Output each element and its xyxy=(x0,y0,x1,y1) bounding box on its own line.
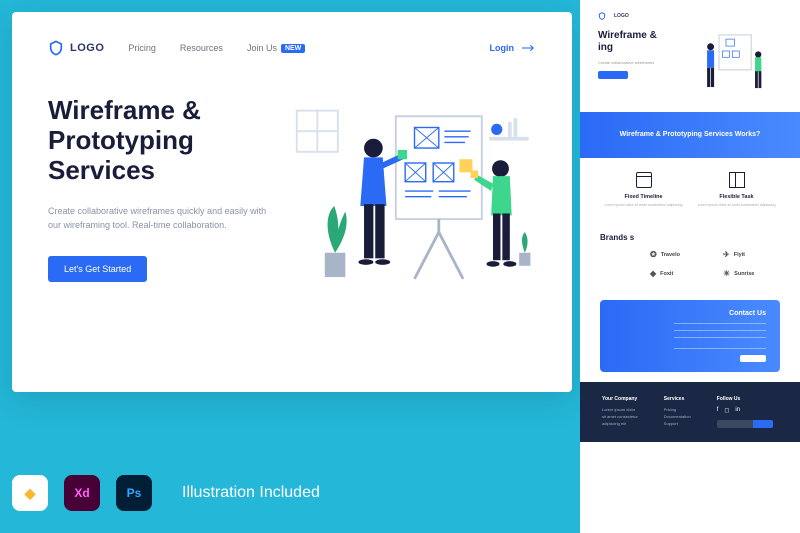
tools-strip: ◆ Xd Ps Illustration Included xyxy=(12,475,320,511)
card-desc: Lorem ipsum dolor sit amet consectetur a… xyxy=(697,203,776,208)
brand-item: ☀Sunrise xyxy=(723,269,780,278)
subscribe-input xyxy=(717,420,753,428)
strip-text: Illustration Included xyxy=(182,484,320,502)
sun-icon: ☀ xyxy=(723,269,730,278)
linkedin-icon: in xyxy=(735,407,740,414)
logo[interactable]: LOGO xyxy=(48,40,104,56)
footer-col-company: Your Company Lorem ipsum dolor sit amet … xyxy=(602,396,638,428)
subscribe-button xyxy=(753,420,773,428)
new-badge: NEW xyxy=(281,44,305,53)
brand-item: ◆Foxit xyxy=(650,269,707,278)
facebook-icon: f xyxy=(717,407,719,414)
cta-button[interactable]: Let's Get Started xyxy=(48,256,147,282)
nav-join-label: Join Us xyxy=(247,43,277,53)
login-label: Login xyxy=(490,43,515,53)
sketch-icon: ◆ xyxy=(12,475,48,511)
fox-icon: ◆ xyxy=(650,269,656,278)
preview-title: Wireframe & ing xyxy=(598,30,668,54)
nav-join[interactable]: Join Us NEW xyxy=(247,43,305,53)
hero-section: Wireframe & Prototyping Services Create … xyxy=(48,96,536,321)
preview-illustration xyxy=(676,30,776,100)
brands-title: Brands s xyxy=(600,233,780,242)
arrow-right-icon xyxy=(522,44,536,52)
shield-icon xyxy=(48,40,64,56)
brand-item: ✪Travelo xyxy=(650,250,707,259)
contact-title: Contact Us xyxy=(614,310,766,317)
xd-icon: Xd xyxy=(64,475,100,511)
preview-features: Fixed Timeline Lorem ipsum dolor sit ame… xyxy=(580,158,800,222)
hero-content: Wireframe & Prototyping Services Create … xyxy=(48,96,273,321)
card-title: Fixed Timeline xyxy=(604,194,683,200)
calendar-icon xyxy=(636,172,652,188)
logo-text: LOGO xyxy=(70,42,104,54)
nav-resources[interactable]: Resources xyxy=(180,43,223,53)
hero-illustration xyxy=(293,96,536,321)
shield-icon xyxy=(598,12,606,20)
preview-contact: Contact Us xyxy=(600,300,780,372)
preview-band: Wireframe & Prototyping Services Works? xyxy=(580,112,800,158)
feature-card: Flexible Task Lorem ipsum dolor sit amet… xyxy=(697,172,776,208)
instagram-icon: ◻ xyxy=(724,407,729,414)
nav-pricing[interactable]: Pricing xyxy=(128,43,156,53)
card-desc: Lorem ipsum dolor sit amet consectetur a… xyxy=(604,203,683,208)
hero-desc: Create collaborative wireframes quickly … xyxy=(48,204,273,233)
ps-icon: Ps xyxy=(116,475,152,511)
footer-col-follow: Follow Us f ◻ in xyxy=(717,396,773,428)
footer-col-services: Services Pricing Documentation Support xyxy=(664,396,691,428)
login-link[interactable]: Login xyxy=(490,43,537,53)
hero-card: LOGO Pricing Resources Join Us NEW Login… xyxy=(12,12,572,392)
preview-cta xyxy=(598,71,628,79)
feature-card: Fixed Timeline Lorem ipsum dolor sit ame… xyxy=(604,172,683,208)
hero-title: Wireframe & Prototyping Services xyxy=(48,96,273,186)
brand-item: ✈Flyit xyxy=(723,250,780,259)
navbar: LOGO Pricing Resources Join Us NEW Login xyxy=(48,40,536,56)
globe-icon: ✪ xyxy=(650,250,657,259)
preview-brands: Brands s ✪Travelo ✈Flyit ◆Foxit ☀Sunrise xyxy=(580,221,800,290)
card-title: Flexible Task xyxy=(697,194,776,200)
preview-hero: LOGO Wireframe & ing Create collaborativ… xyxy=(580,0,800,112)
plane-icon: ✈ xyxy=(723,250,730,259)
layout-icon xyxy=(729,172,745,188)
preview-band-title: Wireframe & Prototyping Services Works? xyxy=(600,130,780,140)
page-preview: LOGO Wireframe & ing Create collaborativ… xyxy=(580,0,800,533)
preview-footer: Your Company Lorem ipsum dolor sit amet … xyxy=(580,382,800,442)
